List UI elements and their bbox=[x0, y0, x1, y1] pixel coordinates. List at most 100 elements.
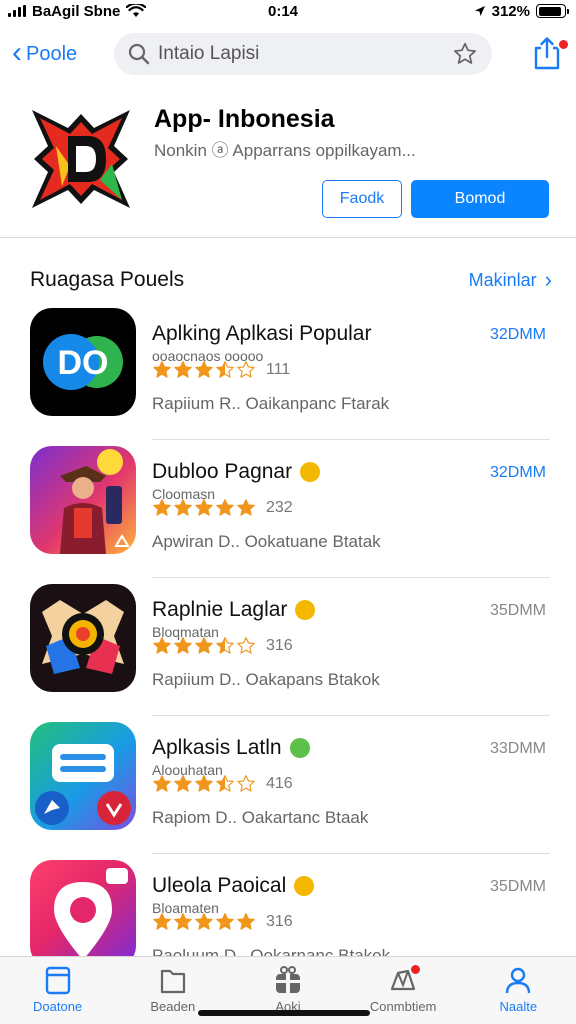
game-character-icon bbox=[30, 446, 136, 554]
list-item[interactable]: Dubloo Pagnar Cloomasn 232 Apwiran D.. O… bbox=[0, 440, 576, 578]
battery-icon bbox=[536, 4, 569, 18]
rating-count: 316 bbox=[266, 637, 293, 654]
badge-icon bbox=[295, 600, 316, 620]
person-icon bbox=[506, 967, 531, 994]
location-arrow-icon bbox=[474, 6, 485, 16]
star-half-icon bbox=[216, 637, 234, 654]
search-input[interactable]: Intaio Lapisi bbox=[114, 33, 492, 75]
list-item[interactable]: Raplnie Laglar Bloqmatan 316 Rapiium D..… bbox=[0, 578, 576, 716]
status-bar: BaAgil Sbne 0:14 312% bbox=[0, 0, 576, 22]
app-size: 32DMM bbox=[489, 464, 546, 481]
carrier-label: BaAgil Sbne bbox=[32, 2, 121, 20]
badge-icon bbox=[294, 876, 315, 896]
app-size: 33DMM bbox=[489, 740, 546, 757]
tab-beaden[interactable]: Beaden bbox=[123, 965, 223, 1014]
star-empty-icon bbox=[237, 361, 255, 378]
star-full-icon bbox=[174, 499, 192, 516]
app-name: Raplnie Laglar bbox=[152, 598, 316, 622]
tab-doatone[interactable]: Doatone bbox=[8, 965, 108, 1014]
app-meta: Apwiran D.. Ookatuane Btatak bbox=[152, 532, 381, 551]
search-placeholder: Intaio Lapisi bbox=[158, 43, 260, 64]
gift-icon bbox=[275, 966, 300, 993]
nav-bar: ‹ Poole Intaio Lapisi bbox=[0, 28, 576, 80]
rating: 111 bbox=[152, 360, 290, 380]
star-half-icon bbox=[216, 775, 234, 792]
messages-icon bbox=[30, 722, 136, 830]
rating: 316 bbox=[152, 636, 293, 656]
star-full-icon bbox=[174, 913, 192, 930]
folder-icon bbox=[160, 969, 185, 994]
section-title: Ruagasa Pouels bbox=[30, 268, 185, 291]
star-empty-icon bbox=[237, 775, 255, 792]
star-full-icon bbox=[174, 637, 192, 654]
see-all-link[interactable]: Makinlar › bbox=[469, 269, 552, 291]
app-meta: Rapiium R.. Oaikanpanc Ftarak bbox=[152, 394, 390, 413]
star-full-icon bbox=[195, 913, 213, 930]
wifi-icon bbox=[126, 4, 147, 17]
star-full-icon bbox=[153, 775, 171, 792]
rating: 316 bbox=[152, 912, 293, 932]
notification-dot bbox=[409, 963, 423, 976]
list-item[interactable]: Aplkasis Latln Aloouhatan 416 Rapiom D..… bbox=[0, 716, 576, 854]
app-meta: Rapiium D.. Oakapans Btakok bbox=[152, 670, 380, 689]
back-label: Poole bbox=[26, 42, 78, 65]
app-size: 35DMM bbox=[489, 878, 546, 895]
secondary-button[interactable]: Faodk bbox=[322, 180, 402, 218]
star-full-icon bbox=[174, 361, 192, 378]
see-all-label: Makinlar bbox=[468, 269, 537, 290]
stars bbox=[152, 360, 256, 380]
app-header: App- Inbonesia Nonkin ⓐ Apparrans oppilk… bbox=[0, 90, 576, 238]
signal-icon bbox=[8, 5, 26, 17]
star-full-icon bbox=[195, 637, 213, 654]
star-full-icon bbox=[237, 913, 255, 930]
list-item[interactable]: DO Aplking Aplkasi Popular ooaocnaos ooo… bbox=[0, 302, 576, 440]
clock: 0:14 bbox=[268, 2, 299, 20]
tab-aoki[interactable]: Aoki bbox=[238, 965, 338, 1014]
badge-icon bbox=[289, 738, 310, 758]
tab-label: Doatone bbox=[33, 999, 83, 1014]
badge-icon bbox=[300, 462, 321, 482]
rating: 416 bbox=[152, 774, 293, 794]
star-full-icon bbox=[195, 775, 213, 792]
chevron-left-icon: ‹ bbox=[12, 35, 22, 69]
get-button[interactable]: Bomod bbox=[411, 180, 549, 218]
stars bbox=[152, 774, 256, 794]
document-icon bbox=[45, 966, 70, 995]
star-outline-icon[interactable] bbox=[452, 41, 478, 67]
stars bbox=[152, 912, 256, 932]
rating-count: 111 bbox=[266, 361, 291, 378]
svg-text:DO: DO bbox=[58, 344, 109, 382]
star-full-icon bbox=[216, 913, 234, 930]
rating: 232 bbox=[152, 498, 293, 518]
home-indicator[interactable] bbox=[198, 1010, 370, 1016]
app-name: Uleola Paoical bbox=[152, 874, 315, 898]
rating-count: 316 bbox=[266, 913, 293, 930]
app-size: 32DMM bbox=[489, 326, 546, 343]
tab-conmbtiem[interactable]: Conmbtiem bbox=[353, 963, 453, 1014]
tab-label: Beaden bbox=[150, 999, 196, 1014]
rating-count: 416 bbox=[266, 775, 293, 792]
search-icon bbox=[128, 43, 150, 65]
stars bbox=[152, 498, 256, 518]
tab-naalte[interactable]: Naalte bbox=[468, 965, 568, 1014]
app-logo-icon bbox=[32, 110, 130, 208]
star-full-icon bbox=[195, 499, 213, 516]
star-full-icon bbox=[174, 775, 192, 792]
app-subtitle: Nonkin ⓐ Apparrans oppilkayam... bbox=[154, 141, 416, 160]
location-pin-icon bbox=[30, 860, 136, 968]
do-app-icon: DO bbox=[30, 308, 136, 416]
app-list: DO Aplking Aplkasi Popular ooaocnaos ooo… bbox=[0, 302, 576, 992]
chevron-right-icon: › bbox=[544, 267, 552, 292]
app-name: Aplkasis Latln bbox=[152, 736, 310, 760]
back-button[interactable]: ‹ Poole bbox=[12, 35, 108, 69]
star-empty-icon bbox=[237, 637, 255, 654]
star-full-icon bbox=[195, 361, 213, 378]
tab-label: Naalte bbox=[499, 999, 538, 1014]
share-button[interactable] bbox=[532, 36, 570, 72]
star-full-icon bbox=[216, 499, 234, 516]
app-name: Aplking Aplkasi Popular bbox=[152, 322, 372, 345]
app-meta: Rapiom D.. Oakartanc Btaak bbox=[152, 808, 369, 827]
notification-dot bbox=[557, 38, 570, 51]
section-header: Ruagasa Pouels Makinlar › bbox=[30, 268, 552, 292]
tab-bar: Doatone Beaden Aoki Conmbtiem Naalte bbox=[0, 956, 576, 1024]
